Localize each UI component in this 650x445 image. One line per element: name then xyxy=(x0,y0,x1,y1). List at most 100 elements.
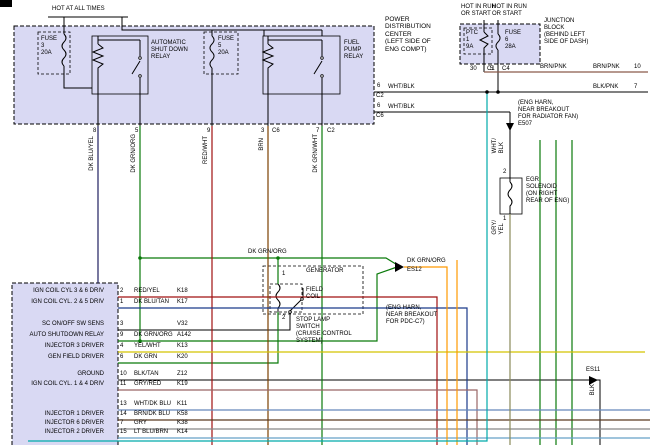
es11-label: ES11 xyxy=(586,367,600,374)
pcm-row-label-0: IGN COIL CYL 3 & 6 DRIV xyxy=(12,288,104,295)
generator-title: GENERATOR xyxy=(306,268,343,275)
pdc-pin-8: 8 xyxy=(93,128,96,135)
wht-blk-wires xyxy=(374,92,648,182)
wires-colored xyxy=(28,72,650,445)
pcm-row-pin-5: 6 xyxy=(120,354,123,361)
field-coil-pin-1: 1 xyxy=(282,271,285,278)
pdc-right-pin-6a: 6 xyxy=(377,83,380,90)
pdc-pin-c2: C2 xyxy=(327,128,335,135)
hot-in-run-label-2: HOT IN RUN OR START xyxy=(492,4,527,18)
dk-blu-yel-label: DK BLU/YEL xyxy=(89,136,96,171)
pcm-row-wire-0: RED/YEL xyxy=(134,288,160,295)
pcm-row-circuit-9: K58 xyxy=(177,411,188,418)
pcm-row-circuit-10: K38 xyxy=(177,420,188,427)
splice-arrows xyxy=(395,123,598,385)
pcm-row-wire-5: DK GRN xyxy=(134,354,157,361)
e507-arrow xyxy=(506,123,514,131)
egr-solenoid-label: EGR SOLENOID (ON RIGHT REAR OF ENG) xyxy=(526,177,569,205)
asd-relay-label: AUTOMATIC SHUT DOWN RELAY xyxy=(151,40,188,61)
wht-blk-label-1: WHT/BLK xyxy=(388,84,415,91)
wiring-diagram: HOT AT ALL TIMES HOT IN RUN OR START HOT… xyxy=(0,0,650,445)
pcm-row-label-3: AUTO SHUTDOWN RELAY xyxy=(12,332,104,339)
pcm-row-pin-1: 1 xyxy=(120,299,123,306)
brn-pnk-label-2: BRN/PNK xyxy=(593,64,620,71)
pcm-row-label-6: GROUND xyxy=(12,371,104,378)
pcm-row-pin-11: 15 xyxy=(120,429,127,436)
pcm-row-label-4: INJECTOR 3 DRIVER xyxy=(12,343,104,350)
pcm-row-circuit-11: K14 xyxy=(177,429,188,436)
fuse5-label: FUSE 5 20A xyxy=(218,36,234,57)
wire-red xyxy=(118,126,437,445)
egr-pin-2: 2 xyxy=(503,169,506,176)
wire-gry-red xyxy=(118,390,477,445)
dk-grn-wht-label: DK GRN/WHT xyxy=(313,134,320,173)
pcm-row-wire-6: BLK/TAN xyxy=(134,371,159,378)
red-wht-label: RED/WHT xyxy=(203,136,210,164)
pcm-row-pin-2: 3 xyxy=(120,321,123,328)
jb-pin-30: 30 xyxy=(470,66,477,73)
corner-mark xyxy=(0,0,12,7)
wht-blk-label-2: WHT/BLK xyxy=(388,104,415,111)
pcm-row-circuit-4: K13 xyxy=(177,343,188,350)
pdc-title: POWER DISTRIBUTION CENTER (LEFT SIDE OF … xyxy=(385,16,431,53)
pdc-right-pin-c6: C6 xyxy=(376,113,384,120)
es12-note: (ENG HARN, NEAR BREAKOUT FOR PDC-C7) xyxy=(386,305,437,326)
pdc-pin-c6: C6 xyxy=(272,128,280,135)
pcm-row-label-10: INJECTOR 6 DRIVER xyxy=(12,420,104,427)
pcm-row-wire-10: GRY xyxy=(134,420,147,427)
hot-in-run-label-1: HOT IN RUN OR START xyxy=(461,4,496,18)
pin-7-label: 7 xyxy=(634,84,637,91)
pcm-row-wire-7: GRY/RED xyxy=(134,381,161,388)
pcm-row-wire-1: DK BLU/TAN xyxy=(134,299,169,306)
blk-pnk-label: BLK/PNK xyxy=(593,84,618,91)
pcm-row-circuit-0: K18 xyxy=(177,288,188,295)
jb-pin-c4: C4 xyxy=(502,66,510,73)
pcm-row-label-1: IGN COIL CYL. 2 & 5 DRIV xyxy=(12,299,104,306)
pcm-row-label-7: IGN COIL CYL. 1 & 4 DRIV xyxy=(12,381,104,388)
pdc-pin-9: 9 xyxy=(207,128,210,135)
pcm-row-label-11: INJECTOR 2 DRIVER xyxy=(12,429,104,436)
pdc-box xyxy=(14,26,374,124)
wht-blk-vertical-label: WHT/ BLK xyxy=(492,138,506,153)
es12-arrow xyxy=(395,262,404,272)
jb-pin-5: 5 xyxy=(490,66,493,73)
pcm-row-wire-9: BRN/DK BLU xyxy=(134,411,170,418)
pdc-right-pin-6b: 6 xyxy=(377,103,380,110)
pcm-row-pin-8: 13 xyxy=(120,401,127,408)
pcm-row-label-2: SC ON/OFF SW SENS xyxy=(12,321,104,328)
pcm-row-circuit-3: A142 xyxy=(177,332,191,339)
dk-grn-org-label: DK GRN/ORG xyxy=(131,134,138,173)
fuel-pump-relay-label: FUEL PUMP RELAY xyxy=(344,40,363,61)
pcm-row-wire-8: WHT/DK BLU xyxy=(134,401,171,408)
e507-note: (ENG HARN, NEAR BREAKOUT FOR RADIATOR FA… xyxy=(518,100,578,128)
field-coil-pin-2: 2 xyxy=(282,315,285,322)
pcm-row-pin-4: 4 xyxy=(120,343,123,350)
pcm-row-wire-11: LT BLU/BRN xyxy=(134,429,168,436)
pcm-row-circuit-7: K19 xyxy=(177,381,188,388)
egr-coil xyxy=(508,182,512,214)
pcm-row-wire-4: YEL/WHT xyxy=(134,343,161,350)
pcm-row-circuit-5: K20 xyxy=(177,354,188,361)
blk-label: BLK xyxy=(590,384,597,395)
pcm-row-circuit-2: V32 xyxy=(177,321,188,328)
hot-at-all-times-label: HOT AT ALL TIMES xyxy=(52,6,105,13)
pcm-row-label-9: INJECTOR 1 DRIVER xyxy=(12,411,104,418)
es12-label: ES12 xyxy=(407,267,422,274)
wire-dk-blu-tan xyxy=(118,308,467,445)
pcm-row-circuit-1: K17 xyxy=(177,299,188,306)
egr-pin-1: 1 xyxy=(503,216,506,223)
pcm-row-pin-0: 2 xyxy=(120,288,123,295)
pcm-row-circuit-6: Z12 xyxy=(177,371,187,378)
brn-pnk-label-1: BRN/PNK xyxy=(540,64,567,71)
pin-10-label: 10 xyxy=(634,64,641,71)
fuse6-label: FUSE 6 28A xyxy=(505,30,521,51)
field-coil-label: FIELD COIL xyxy=(306,287,323,301)
fuse3-label: FUSE 3 20A xyxy=(41,36,57,57)
pdc-pin-3: 3 xyxy=(261,128,264,135)
pcm-row-label-5: GEN FIELD DRIVER xyxy=(12,354,104,361)
pcm-row-pin-3: 9 xyxy=(120,332,123,339)
junction-block-title: JUNCTION BLOCK (BEHIND LEFT SIDE OF DASH… xyxy=(544,18,588,46)
pcm-row-pin-9: 14 xyxy=(120,411,127,418)
ptc-label: PTC 1 9A xyxy=(466,30,478,51)
stop-lamp-switch-label: STOP LAMP SWITCH (CRUISE CONTROL SYSTEM) xyxy=(296,317,352,345)
